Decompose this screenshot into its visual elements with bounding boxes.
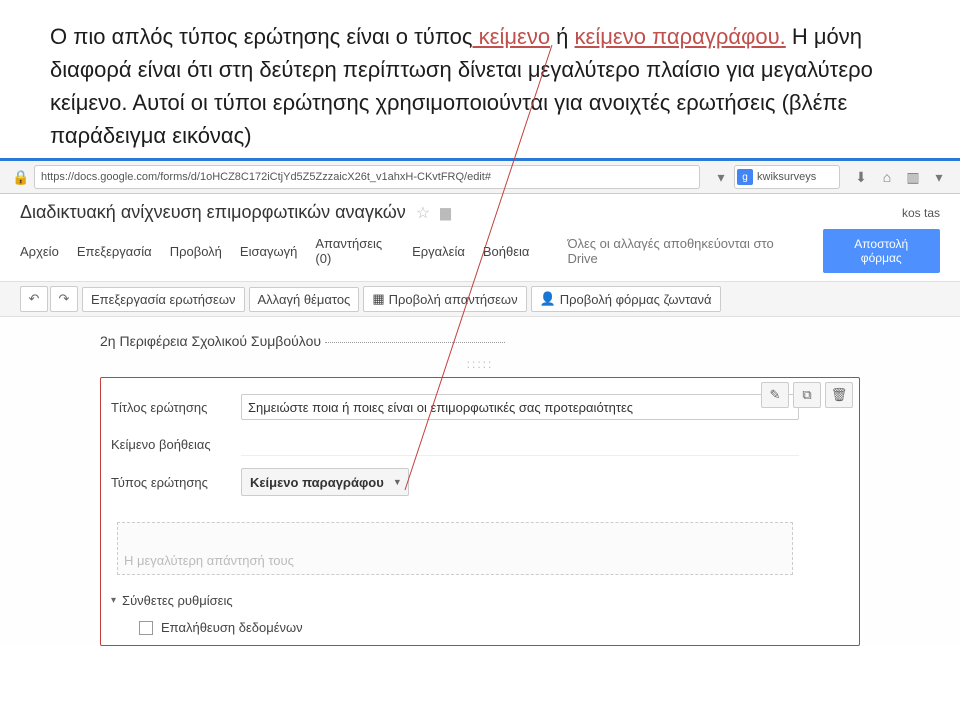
- browser-toolbar: 🔒 ▾ g ⬇ ⌂ ▥ ▾: [0, 161, 960, 194]
- dropdown-icon[interactable]: ▾: [710, 166, 732, 188]
- menu-help[interactable]: Βοήθεια: [483, 244, 530, 259]
- view-live-form-button[interactable]: 👤 Προβολή φόρμας ζωντανά: [531, 286, 721, 312]
- send-form-button[interactable]: Αποστολή φόρμας: [823, 229, 941, 273]
- answer-preview-box: Η μεγαλύτερη απάντησή τους: [117, 522, 793, 575]
- home-icon[interactable]: ⌂: [876, 166, 898, 188]
- menu-view[interactable]: Προβολή: [170, 244, 222, 259]
- grid-icon: ▦: [372, 291, 384, 307]
- doc-header: Διαδικτυακή ανίχνευση επιμορφωτικών αναγ…: [0, 194, 960, 223]
- menu-insert[interactable]: Εισαγωγή: [240, 244, 297, 259]
- edit-questions-label: Επεξεργασία ερωτήσεων: [91, 292, 236, 307]
- advanced-settings-toggle[interactable]: ▾ Σύνθετες ρυθμίσεις: [111, 585, 799, 612]
- menu-tools[interactable]: Εργαλεία: [412, 244, 465, 259]
- edit-questions-button[interactable]: Επεξεργασία ερωτήσεων: [82, 287, 245, 312]
- caption-part2: ή: [550, 24, 574, 49]
- change-theme-label: Αλλαγή θέματος: [258, 292, 351, 307]
- view-responses-label: Προβολή απαντήσεων: [389, 292, 518, 307]
- answer-preview-text: Η μεγαλύτερη απάντησή τους: [124, 553, 294, 568]
- google-icon: g: [737, 169, 753, 185]
- help-text-input[interactable]: [241, 432, 799, 456]
- form-editor: 2η Περιφέρεια Σχολικού Συμβούλου ::::: ✎…: [0, 317, 960, 646]
- question-title-label: Τίτλος ερώτησης: [111, 400, 241, 415]
- checkbox-icon[interactable]: [139, 621, 153, 635]
- browser-search[interactable]: g: [734, 165, 840, 189]
- validate-data-row[interactable]: Επαλήθευση δεδομένων: [111, 612, 799, 635]
- caption-part1: Ο πιο απλός τύπος ερώτησης είναι ο τύπος: [50, 24, 473, 49]
- edit-icon[interactable]: ✎: [761, 382, 789, 408]
- caption-link-keimeno: κείμενο: [473, 24, 551, 49]
- question-card: ✎ ⧉ 🗑 Τίτλος ερώτησης Κείμενο βοήθειας Τ…: [100, 377, 860, 646]
- question-title-input[interactable]: [241, 394, 799, 420]
- action-bar: ↶ ↷ Επεξεργασία ερωτήσεων Αλλαγή θέματος…: [0, 281, 960, 317]
- dotted-placeholder: [325, 342, 505, 343]
- user-name[interactable]: kos tas: [902, 206, 940, 220]
- instruction-caption: Ο πιο απλός τύπος ερώτησης είναι ο τύπος…: [0, 0, 960, 158]
- change-theme-button[interactable]: Αλλαγή θέματος: [249, 287, 360, 312]
- view-live-label: Προβολή φόρμας ζωντανά: [560, 292, 712, 307]
- folder-icon[interactable]: ▆: [440, 204, 451, 221]
- menu-file[interactable]: Αρχείο: [20, 244, 59, 259]
- more-icon[interactable]: ▾: [928, 166, 950, 188]
- reader-icon[interactable]: ▥: [902, 166, 924, 188]
- doc-title[interactable]: Διαδικτυακή ανίχνευση επιμορφωτικών αναγ…: [20, 202, 451, 223]
- duplicate-icon[interactable]: ⧉: [793, 382, 821, 408]
- advanced-label: Σύνθετες ρυθμίσεις: [122, 593, 233, 608]
- view-responses-button[interactable]: ▦ Προβολή απαντήσεων: [363, 286, 526, 312]
- menu-responses[interactable]: Απαντήσεις (0): [315, 236, 394, 266]
- search-input[interactable]: [757, 171, 837, 183]
- save-status: Όλες οι αλλαγές αποθηκεύονται στο Drive: [567, 236, 786, 266]
- lock-icon: 🔒: [10, 166, 32, 188]
- question-type-value: Κείμενο παραγράφου: [250, 475, 384, 490]
- help-text-label: Κείμενο βοήθειας: [111, 437, 241, 452]
- star-icon[interactable]: ☆: [416, 203, 430, 223]
- section-heading-text: 2η Περιφέρεια Σχολικού Συμβούλου: [100, 333, 321, 349]
- caption-link-paragraph: κείμενο παραγράφου.: [575, 24, 786, 49]
- download-icon[interactable]: ⬇: [850, 166, 872, 188]
- browser-window: 🔒 ▾ g ⬇ ⌂ ▥ ▾ Διαδικτυακή ανίχνευση επιμ…: [0, 158, 960, 646]
- section-heading[interactable]: 2η Περιφέρεια Σχολικού Συμβούλου: [100, 327, 860, 355]
- doc-title-text: Διαδικτυακή ανίχνευση επιμορφωτικών αναγ…: [20, 202, 406, 223]
- address-bar[interactable]: [34, 165, 700, 189]
- chevron-down-icon: ▾: [111, 595, 116, 606]
- drag-handle-icon[interactable]: :::::: [100, 355, 860, 373]
- menu-edit[interactable]: Επεξεργασία: [77, 244, 152, 259]
- menu-bar: Αρχείο Επεξεργασία Προβολή Εισαγωγή Απαν…: [0, 223, 960, 281]
- redo-button[interactable]: ↷: [50, 286, 78, 312]
- question-type-select[interactable]: Κείμενο παραγράφου: [241, 468, 409, 496]
- undo-button[interactable]: ↶: [20, 286, 48, 312]
- validate-label: Επαλήθευση δεδομένων: [161, 620, 303, 635]
- delete-icon[interactable]: 🗑: [825, 382, 853, 408]
- person-icon: 👤: [540, 291, 556, 307]
- question-type-label: Τύπος ερώτησης: [111, 475, 241, 490]
